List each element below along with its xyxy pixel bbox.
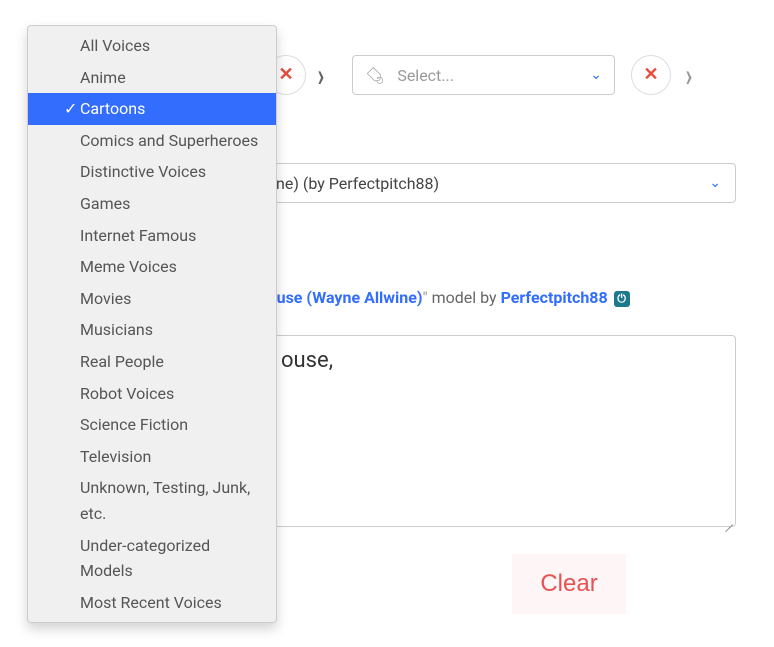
- model-by-text: model by: [428, 288, 501, 307]
- dropdown-item-all-voices[interactable]: All Voices: [28, 30, 276, 62]
- dropdown-item-comics[interactable]: Comics and Superheroes: [28, 125, 276, 157]
- tag-select[interactable]: 🏷 Select... ⌄: [352, 55, 615, 95]
- chevron-right-icon: ›: [685, 56, 692, 94]
- dropdown-item-cartoons[interactable]: Cartoons: [28, 93, 276, 125]
- dropdown-item-television[interactable]: Television: [28, 441, 276, 473]
- dropdown-item-recent[interactable]: Most Recent Voices: [28, 587, 276, 619]
- dropdown-item-real-people[interactable]: Real People: [28, 346, 276, 378]
- chevron-down-icon: ⌄: [590, 67, 602, 83]
- dropdown-item-games[interactable]: Games: [28, 188, 276, 220]
- tag-select-placeholder: Select...: [397, 66, 578, 85]
- dropdown-item-scifi[interactable]: Science Fiction: [28, 409, 276, 441]
- voice-select-value: ne) (by Perfectpitch88): [276, 174, 439, 193]
- dropdown-item-movies[interactable]: Movies: [28, 283, 276, 315]
- dropdown-item-robot[interactable]: Robot Voices: [28, 378, 276, 410]
- close-icon: ✕: [278, 66, 293, 84]
- dropdown-item-meme[interactable]: Meme Voices: [28, 251, 276, 283]
- dropdown-item-distinctive[interactable]: Distinctive Voices: [28, 156, 276, 188]
- dropdown-item-internet-famous[interactable]: Internet Famous: [28, 220, 276, 252]
- tag-icon: 🏷: [366, 65, 385, 85]
- dropdown-item-anime[interactable]: Anime: [28, 62, 276, 94]
- model-author-link[interactable]: Perfectpitch88: [501, 288, 608, 307]
- clear-filter-button-2[interactable]: ✕: [631, 55, 671, 95]
- dropdown-item-undercategorized[interactable]: Under-categorized Models: [28, 530, 276, 587]
- dropdown-item-musicians[interactable]: Musicians: [28, 314, 276, 346]
- chevron-right-icon: ›: [317, 56, 324, 94]
- category-dropdown[interactable]: All Voices Anime Cartoons Comics and Sup…: [27, 25, 277, 623]
- verified-badge-icon: ⏻: [614, 291, 630, 307]
- dropdown-item-unknown[interactable]: Unknown, Testing, Junk, etc.: [28, 472, 276, 529]
- chevron-down-icon: ⌄: [709, 175, 721, 191]
- clear-button[interactable]: Clear: [512, 554, 625, 614]
- close-icon: ✕: [643, 66, 658, 84]
